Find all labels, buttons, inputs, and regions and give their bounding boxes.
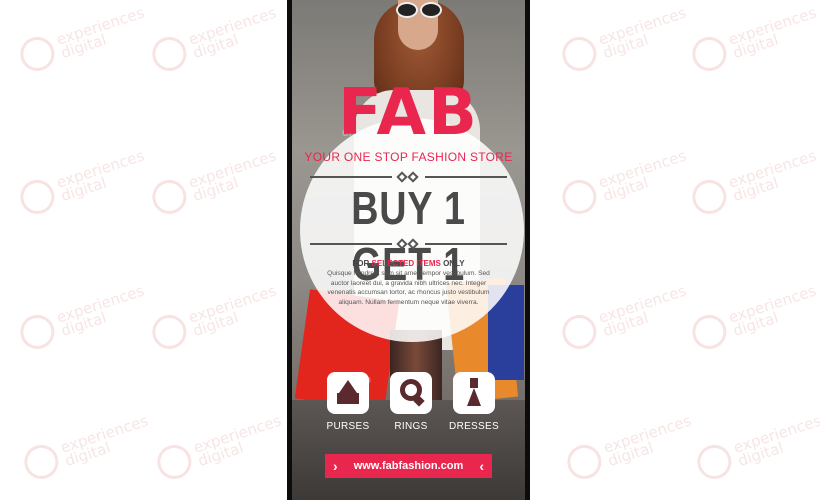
watermark: experiences digital	[147, 3, 283, 76]
category-label: DRESSES	[449, 421, 499, 432]
watermark: experiences digital	[15, 146, 151, 219]
category-purses[interactable]: PURSES	[322, 372, 374, 432]
watermark: experiences digital	[152, 411, 288, 484]
sunglasses-icon	[396, 2, 442, 18]
watermark: experiences digital	[687, 281, 820, 354]
website-url: www.fabfashion.com	[353, 460, 464, 472]
watermark: experiences digital	[15, 3, 151, 76]
chevron-right-icon: ›	[333, 458, 338, 474]
category-dresses[interactable]: DRESSES	[448, 372, 500, 432]
purse-icon	[327, 372, 369, 414]
watermark: experiences digital	[562, 411, 698, 484]
category-rings[interactable]: RINGS	[385, 372, 437, 432]
watermark-logo-icon	[15, 32, 59, 76]
promo-body-text: Quisque hendrerit sem sit amet tempor ve…	[327, 270, 490, 306]
watermark-logo-icon	[687, 32, 731, 76]
watermark-logo-icon	[147, 310, 191, 354]
watermark-logo-icon	[687, 310, 731, 354]
brand-logo: FAB	[338, 76, 479, 150]
watermark: experiences digital	[557, 281, 693, 354]
watermark-logo-icon	[692, 440, 736, 484]
dress-icon	[453, 372, 495, 414]
promo-line: FOR SELECTED ITEMS ONLY	[352, 259, 465, 268]
brand-tagline: YOUR ONE STOP FASHION STORE	[304, 150, 513, 164]
watermark: experiences digital	[147, 146, 283, 219]
watermark-logo-icon	[152, 440, 196, 484]
watermark-logo-icon	[687, 175, 731, 219]
website-link[interactable]: › www.fabfashion.com ‹	[325, 454, 492, 478]
watermark: experiences digital	[147, 281, 283, 354]
poster: envato envato envato FAB YOUR ONE STOP F…	[292, 0, 525, 500]
watermark-logo-icon	[557, 32, 601, 76]
phone-device-frame: envato envato envato FAB YOUR ONE STOP F…	[287, 0, 530, 500]
watermark: experiences digital	[692, 411, 820, 484]
watermark: experiences digital	[687, 3, 820, 76]
category-label: RINGS	[394, 421, 428, 432]
chevron-left-icon: ‹	[479, 458, 484, 474]
category-row: PURSES RINGS DRESSES	[322, 372, 500, 432]
watermark-logo-icon	[557, 175, 601, 219]
watermark-logo-icon	[147, 32, 191, 76]
watermark-logo-icon	[15, 175, 59, 219]
watermark: experiences digital	[19, 411, 155, 484]
ornament-divider-bottom	[310, 238, 507, 250]
category-label: PURSES	[326, 421, 370, 432]
watermark-logo-icon	[19, 440, 63, 484]
watermark: experiences digital	[15, 281, 151, 354]
watermark: experiences digital	[557, 146, 693, 219]
watermark: experiences digital	[557, 3, 693, 76]
ring-icon	[390, 372, 432, 414]
watermark: experiences digital	[687, 146, 820, 219]
watermark-logo-icon	[147, 175, 191, 219]
watermark-logo-icon	[15, 310, 59, 354]
watermark-logo-icon	[557, 310, 601, 354]
watermark-logo-icon	[562, 440, 606, 484]
